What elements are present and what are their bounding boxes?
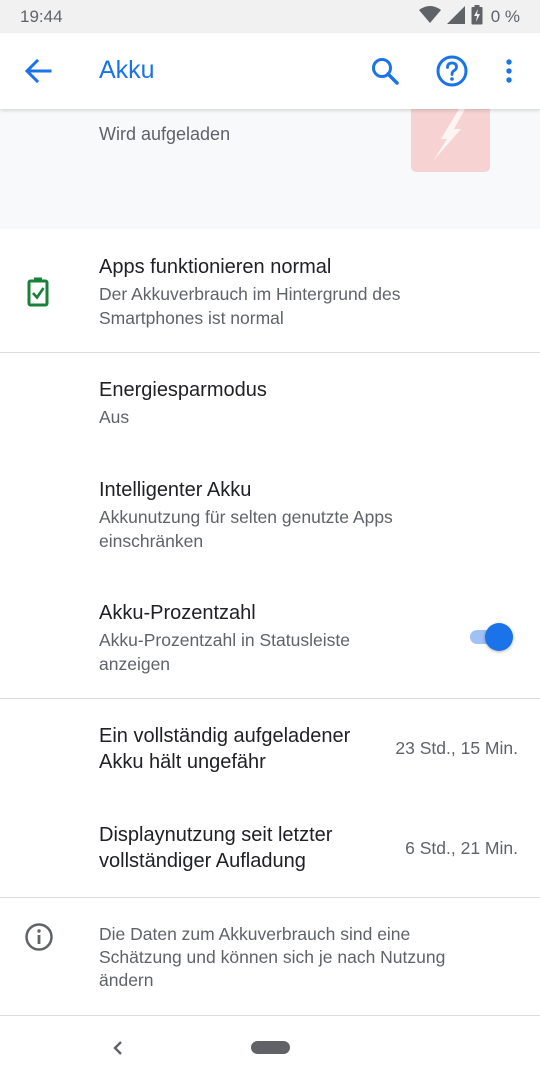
- adaptive-battery-title: Intelligenter Akku: [99, 479, 252, 501]
- full-charge-title-line1: Ein vollständig aufgeladener: [99, 725, 351, 747]
- apps-status-title: Apps funktionieren normal: [99, 256, 332, 278]
- battery-charging-icon: [471, 4, 483, 30]
- adaptive-battery-subtitle-line2: einschränken: [99, 531, 204, 551]
- energy-saver-row[interactable]: Energiesparmodus Aus: [0, 353, 540, 456]
- adaptive-battery-subtitle-line1: Akkunutzung für selten genutzte Apps: [99, 507, 393, 527]
- battery-usage-info: Die Daten zum Akkuverbrauch sind eine Sc…: [99, 923, 519, 992]
- info-line1: Die Daten zum Akkuverbrauch sind eine: [99, 924, 411, 944]
- adaptive-battery-row[interactable]: Intelligenter Akku Akkunutzung für selte…: [0, 456, 540, 580]
- charging-status: Wird aufgeladen: [99, 124, 231, 144]
- app-bar: Akku: [0, 33, 540, 109]
- search-icon[interactable]: [369, 55, 401, 87]
- battery-ok-icon: [27, 277, 49, 312]
- info-line3: ändern: [99, 970, 154, 990]
- apps-status-subtitle-line2: Smartphones ist normal: [99, 308, 284, 328]
- status-battery-percent: 0 %: [490, 7, 520, 26]
- battery-charging-graphic-icon: [411, 109, 490, 172]
- apps-status-row[interactable]: Apps funktionieren normal Der Akkuverbra…: [0, 229, 540, 352]
- toggle-thumb: [485, 623, 513, 651]
- battery-header: Wird aufgeladen: [0, 109, 540, 229]
- screen-usage-row[interactable]: Displaynutzung seit letzter vollständige…: [0, 799, 540, 897]
- full-charge-title-line2: Akku hält ungefähr: [99, 751, 266, 773]
- screen-usage-title-line1: Displaynutzung seit letzter: [99, 824, 333, 846]
- battery-percentage-subtitle-line1: Akku-Prozentzahl in Statusleiste: [99, 630, 350, 650]
- nav-back-icon[interactable]: [107, 1036, 129, 1060]
- signal-icon: [446, 5, 465, 29]
- full-charge-value: 23 Std., 15 Min.: [395, 738, 518, 758]
- battery-percentage-subtitle-line2: anzeigen: [99, 654, 171, 674]
- nav-home-pill[interactable]: [251, 1041, 290, 1054]
- status-bar: 19:44 0 %: [0, 0, 540, 33]
- battery-percentage-title: Akku-Prozentzahl: [99, 602, 256, 624]
- page-title: Akku: [99, 56, 155, 84]
- status-icons: 0 %: [418, 4, 520, 30]
- divider: [0, 897, 540, 898]
- energy-saver-title: Energiesparmodus: [99, 379, 267, 401]
- screen-usage-value: 6 Std., 21 Min.: [405, 838, 518, 858]
- full-charge-row[interactable]: Ein vollständig aufgeladener Akku hält u…: [0, 699, 540, 799]
- status-time: 19:44: [20, 7, 63, 26]
- wifi-icon: [418, 5, 441, 29]
- more-vert-icon[interactable]: [496, 55, 522, 87]
- back-arrow-icon[interactable]: [22, 55, 54, 87]
- battery-percentage-row[interactable]: Akku-Prozentzahl Akku-Prozentzahl in Sta…: [0, 580, 540, 698]
- navigation-bar: [0, 1016, 540, 1080]
- screen-usage-title-line2: vollständiger Aufladung: [99, 850, 306, 872]
- energy-saver-status: Aus: [99, 407, 130, 427]
- info-line2: Schätzung und können sich je nach Nutzun…: [99, 947, 446, 967]
- info-icon: [24, 922, 54, 957]
- apps-status-subtitle-line1: Der Akkuverbrauch im Hintergrund des: [99, 284, 401, 304]
- battery-percentage-toggle[interactable]: [468, 622, 514, 652]
- help-icon[interactable]: [435, 54, 469, 88]
